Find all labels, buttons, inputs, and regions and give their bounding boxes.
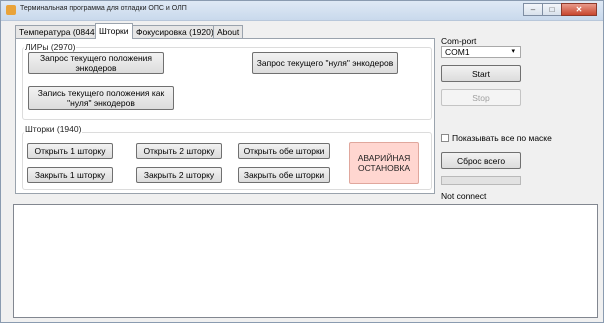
title-bar: Терминальная программа для отладки ОПС и… <box>1 1 603 21</box>
log-textarea[interactable] <box>13 204 598 318</box>
open-shutter-1-button[interactable]: Открыть 1 шторку <box>27 143 113 159</box>
mask-checkbox-label: Показывать все по маске <box>452 133 552 143</box>
close-shutter-2-button[interactable]: Закрыть 2 шторку <box>136 167 222 183</box>
minimize-icon[interactable]: – <box>523 3 543 16</box>
connection-status: Not connect <box>441 191 487 201</box>
com-port-select[interactable]: COM1 ▾ <box>441 46 521 58</box>
maximize-icon[interactable]: □ <box>542 3 562 16</box>
tab-panel: ЛИРы (2970) Запрос текущего положения эн… <box>15 38 435 194</box>
mask-checkbox[interactable] <box>441 134 449 142</box>
reset-all-button[interactable]: Сброс всего <box>441 152 521 169</box>
app-window: Терминальная программа для отладки ОПС и… <box>0 0 604 323</box>
com-port-value: COM1 <box>445 47 470 57</box>
start-button[interactable]: Start <box>441 65 521 82</box>
tab-temperature[interactable]: Температура (0844) <box>15 25 102 38</box>
close-icon[interactable]: ✕ <box>561 3 597 16</box>
app-icon <box>6 5 16 15</box>
emergency-stop-button[interactable]: АВАРИЙНАЯ ОСТАНОВКА <box>349 142 419 184</box>
chevron-down-icon: ▾ <box>511 48 515 55</box>
request-zero-button[interactable]: Запрос текущего "нуля" энкодеров <box>252 52 398 74</box>
write-zero-button[interactable]: Запись текущего положения как "нуля" энк… <box>28 86 174 110</box>
window-title: Терминальная программа для отладки ОПС и… <box>20 5 187 12</box>
request-position-button[interactable]: Запрос текущего положения энкодеров <box>28 52 164 74</box>
window-controls: – □ ✕ <box>523 3 597 16</box>
lir-group-title: ЛИРы (2970) <box>24 42 77 52</box>
open-both-shutters-button[interactable]: Открыть обе шторки <box>238 143 330 159</box>
open-shutter-2-button[interactable]: Открыть 2 шторку <box>136 143 222 159</box>
stop-button[interactable]: Stop <box>441 89 521 106</box>
tab-about[interactable]: About <box>213 25 244 38</box>
close-shutter-1-button[interactable]: Закрыть 1 шторку <box>27 167 113 183</box>
shutters-group-title: Шторки (1940) <box>24 124 83 134</box>
tab-shutters[interactable]: Шторки <box>95 23 133 39</box>
progress-bar <box>441 176 521 185</box>
com-port-label: Com-port <box>441 36 477 46</box>
tab-focusing[interactable]: Фокусировка (1920) <box>132 25 218 38</box>
close-both-shutters-button[interactable]: Закрыть обе шторки <box>238 167 330 183</box>
